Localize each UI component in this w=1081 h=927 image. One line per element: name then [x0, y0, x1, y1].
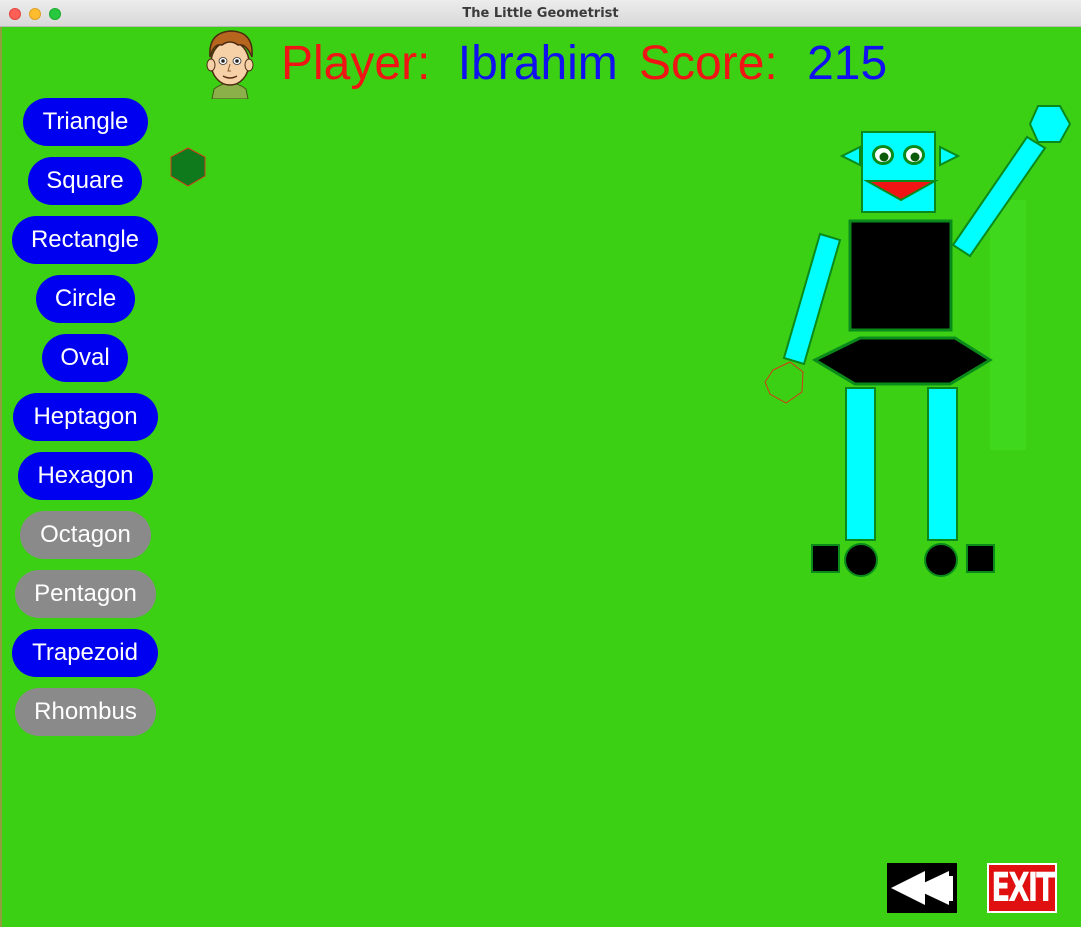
hexagon-button[interactable]: Hexagon: [18, 452, 153, 500]
robot-right-leg: [927, 387, 958, 541]
robot-right-hand: [1028, 105, 1072, 143]
window-left-edge: [0, 27, 2, 927]
window-titlebar: The Little Geometrist: [0, 0, 1081, 27]
heptagon-button[interactable]: Heptagon: [13, 393, 158, 441]
player-label: Player:: [281, 37, 431, 90]
robot-hips: [811, 336, 993, 386]
score-label: Score:: [639, 37, 778, 90]
robot-right-ear: [939, 145, 961, 167]
oval-button[interactable]: Oval: [42, 334, 128, 382]
score-display: Score: 215: [639, 34, 887, 94]
pentagon-button[interactable]: Pentagon: [15, 570, 156, 618]
score-value: 215: [807, 37, 888, 90]
rectangle-button[interactable]: Rectangle: [12, 216, 158, 264]
rewind-icon: [891, 871, 953, 905]
window-title: The Little Geometrist: [462, 6, 619, 21]
back-button[interactable]: [887, 863, 957, 913]
draggable-hexagon-piece[interactable]: [167, 146, 209, 188]
robot-left-foot-square: [811, 544, 840, 573]
robot-right-wheel: [924, 543, 958, 577]
triangle-button[interactable]: Triangle: [23, 98, 148, 146]
robot-left-ear: [839, 145, 861, 167]
robot-left-arm: [782, 232, 842, 366]
robot-left-leg: [845, 387, 876, 541]
rhombus-button[interactable]: Rhombus: [15, 688, 156, 736]
player-name: Ibrahim: [457, 37, 618, 90]
octagon-button[interactable]: Octagon: [20, 511, 151, 559]
robot-body: [848, 219, 953, 332]
circle-button[interactable]: Circle: [36, 275, 135, 323]
trapezoid-button[interactable]: Trapezoid: [12, 629, 158, 677]
robot-glow: [990, 200, 1026, 450]
player-avatar: [206, 30, 254, 99]
exit-button[interactable]: EXIT: [987, 863, 1057, 913]
player-display: Player: Ibrahim: [281, 34, 618, 94]
hexagon-target-slot[interactable]: [764, 361, 804, 404]
robot-left-wheel: [844, 543, 878, 577]
exit-label: EXIT: [991, 865, 1055, 911]
robot-right-foot-square: [966, 544, 995, 573]
robot-figure: [764, 105, 1072, 577]
square-button[interactable]: Square: [28, 157, 142, 205]
robot-head: [861, 131, 936, 213]
